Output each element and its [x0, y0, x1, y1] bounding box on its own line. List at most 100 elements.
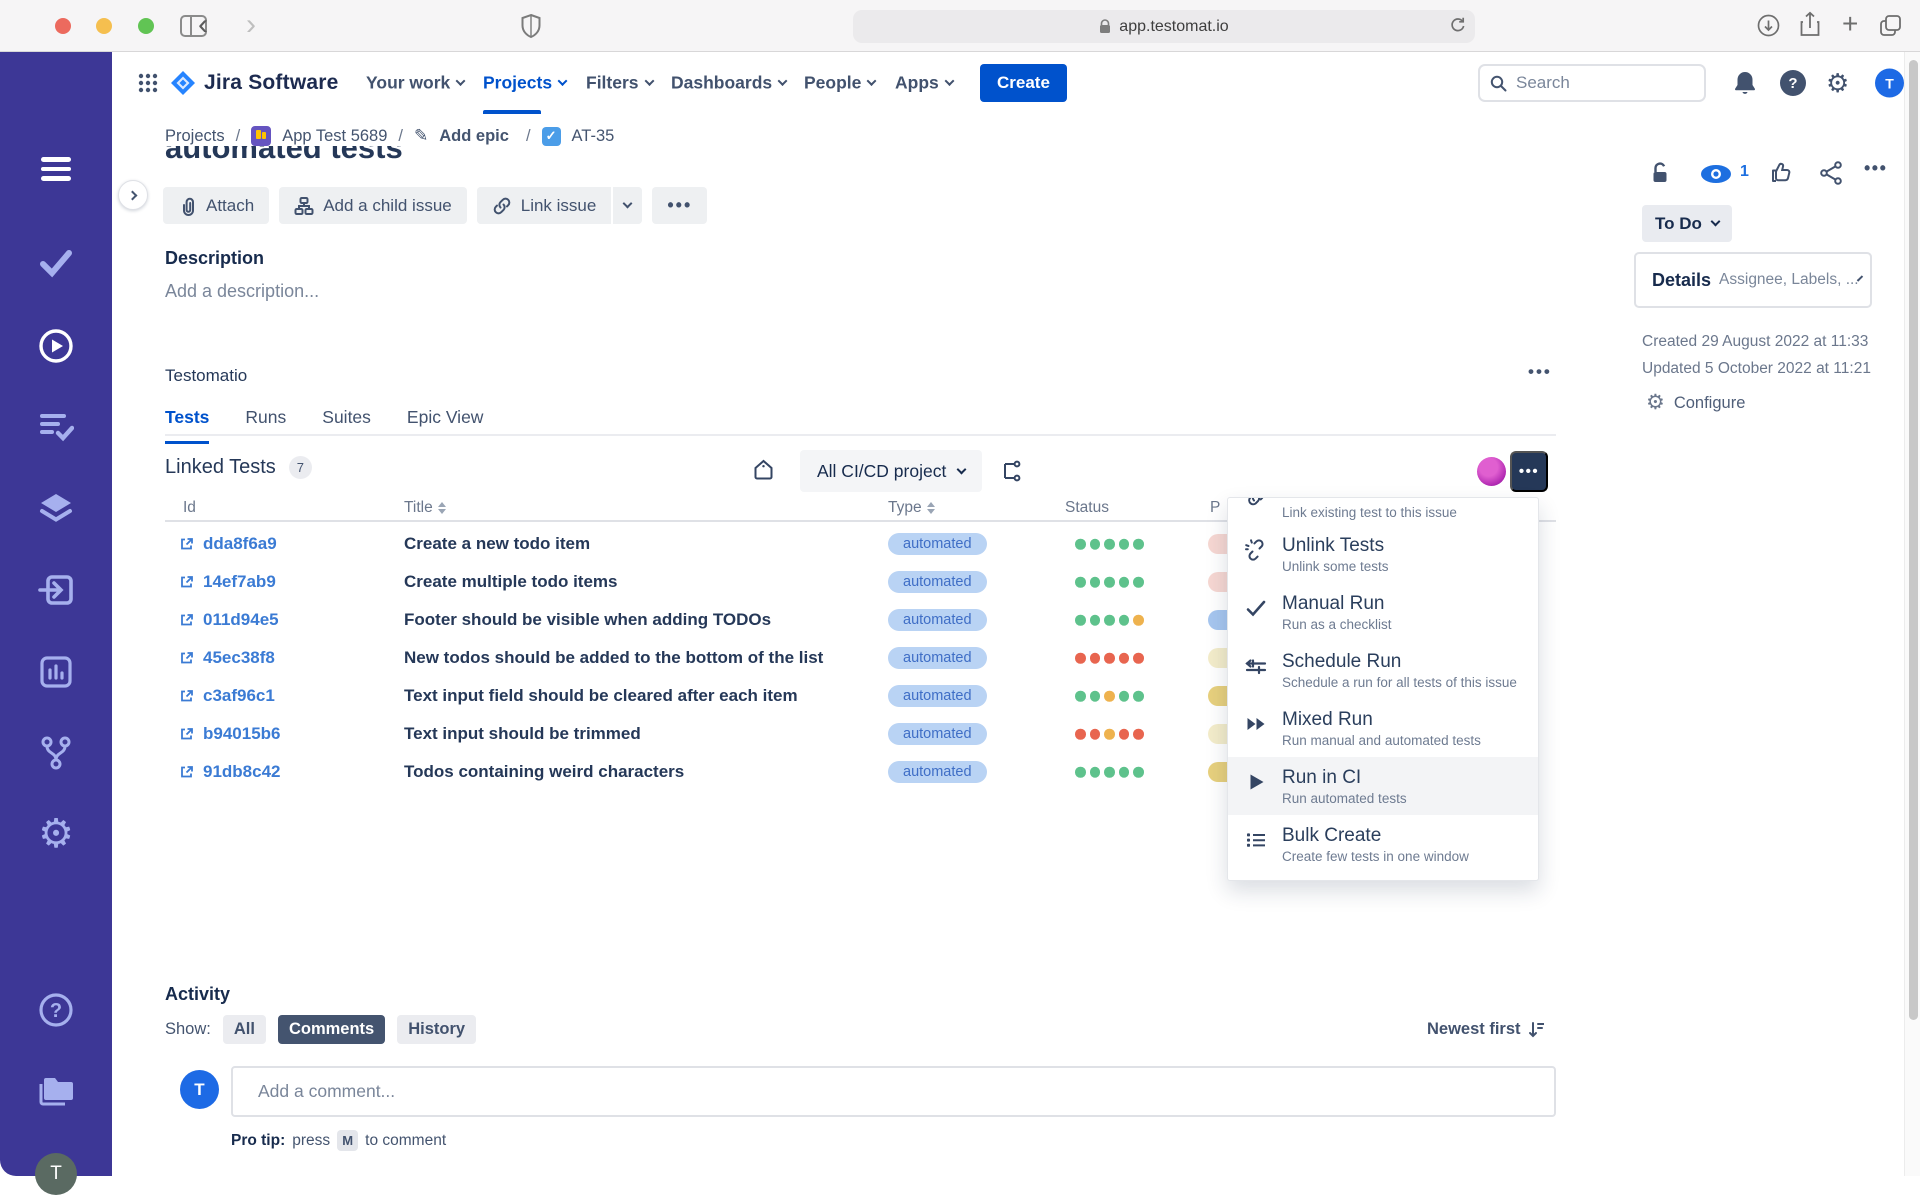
settings-gear-icon[interactable]: ⚙: [38, 814, 74, 854]
comment-input[interactable]: [231, 1066, 1556, 1117]
test-title-link[interactable]: Footer should be visible when adding TOD…: [404, 610, 771, 630]
close-window-button[interactable]: [55, 18, 71, 34]
linked-tests-actions-button[interactable]: •••: [1510, 451, 1548, 492]
col-header-status[interactable]: Status: [1065, 499, 1109, 517]
col-header-type[interactable]: Type: [888, 499, 935, 517]
menu-item-link-tests-partial[interactable]: Link existing test to this issue: [1228, 498, 1538, 525]
link-issue-button[interactable]: Link issue: [476, 187, 612, 224]
test-id-link[interactable]: 011d94e5: [203, 610, 279, 630]
nav-people[interactable]: People: [804, 73, 877, 94]
menu-item-schedule-run[interactable]: Schedule Run Schedule a run for all test…: [1228, 641, 1538, 699]
share-tree-icon[interactable]: [1000, 460, 1022, 482]
test-id-link[interactable]: c3af96c1: [203, 686, 275, 706]
reload-icon[interactable]: [1449, 16, 1467, 34]
scrollbar-thumb[interactable]: [1908, 60, 1918, 1020]
forward-button[interactable]: ›: [246, 6, 256, 44]
watch-count[interactable]: 1: [1740, 163, 1749, 181]
test-id-link[interactable]: 14ef7ab9: [203, 572, 276, 592]
breadcrumb-add-epic[interactable]: Add epic: [439, 127, 509, 146]
analytics-chart-icon[interactable]: [39, 655, 73, 689]
jira-logo-icon[interactable]: [170, 70, 196, 96]
hamburger-menu-icon[interactable]: [41, 152, 71, 186]
nav-dashboards[interactable]: Dashboards: [671, 73, 788, 94]
test-title-link[interactable]: Text input should be trimmed: [404, 724, 641, 744]
attach-button[interactable]: Attach: [163, 187, 270, 224]
minimize-window-button[interactable]: [96, 18, 112, 34]
description-placeholder[interactable]: Add a description...: [165, 281, 319, 302]
breadcrumb-projects[interactable]: Projects: [165, 127, 225, 146]
menu-item-unlink-tests[interactable]: Unlink Tests Unlink some tests: [1228, 525, 1538, 583]
tasks-check-icon[interactable]: [38, 247, 74, 279]
link-issue-dropdown-button[interactable]: [613, 187, 643, 224]
test-title-link[interactable]: Todos containing weird characters: [404, 762, 684, 782]
tab-epic-view[interactable]: Epic View: [407, 407, 484, 444]
sort-newest-first[interactable]: Newest first: [1427, 1020, 1544, 1039]
nav-filters[interactable]: Filters: [586, 73, 654, 94]
share-nodes-icon[interactable]: [1818, 160, 1844, 186]
runs-play-circle-icon[interactable]: [38, 328, 74, 364]
create-button[interactable]: Create: [980, 64, 1067, 102]
panel-more-button[interactable]: •••: [1864, 158, 1887, 179]
menu-item-bulk-create[interactable]: Bulk Create Create few tests in one wind…: [1228, 815, 1538, 873]
help-circle-icon[interactable]: ?: [38, 992, 74, 1028]
unlock-icon[interactable]: [1648, 160, 1672, 186]
breadcrumb-issue-key[interactable]: AT-35: [572, 127, 615, 146]
watch-eye-icon[interactable]: [1700, 164, 1732, 184]
menu-item-mixed-run[interactable]: Mixed Run Run manual and automated tests: [1228, 699, 1538, 757]
projects-folder-icon[interactable]: [37, 1074, 75, 1108]
configure-link[interactable]: ⚙ Configure: [1646, 390, 1745, 416]
vote-thumbs-up-icon[interactable]: [1768, 160, 1794, 186]
member-avatar[interactable]: [1477, 457, 1506, 486]
nav-your-work[interactable]: Your work: [366, 73, 466, 94]
nav-apps[interactable]: Apps: [895, 73, 955, 94]
filter-comments[interactable]: Comments: [277, 1015, 386, 1044]
test-list-check-icon[interactable]: [38, 410, 74, 442]
filter-history[interactable]: History: [397, 1015, 477, 1044]
app-switcher-icon[interactable]: [138, 73, 158, 93]
tab-tests[interactable]: Tests: [165, 407, 210, 444]
testomatio-more-button[interactable]: •••: [1528, 362, 1552, 382]
test-title-link[interactable]: New todos should be added to the bottom …: [404, 648, 823, 668]
downloads-icon[interactable]: [1757, 14, 1780, 37]
col-header-title[interactable]: Title: [404, 499, 446, 517]
test-id-link[interactable]: 91db8c42: [203, 762, 281, 782]
test-title-link[interactable]: Text input field should be cleared after…: [404, 686, 798, 706]
import-icon[interactable]: [38, 573, 74, 607]
search-input[interactable]: [1516, 73, 1676, 93]
details-panel-header[interactable]: Details Assignee, Labels, ...: [1634, 252, 1872, 308]
user-avatar[interactable]: T: [1875, 68, 1904, 98]
jira-logo-text[interactable]: Jira Software: [204, 71, 339, 95]
expand-panel-button[interactable]: [118, 180, 148, 210]
settings-gear-icon[interactable]: ⚙: [1826, 70, 1849, 96]
more-actions-button[interactable]: •••: [652, 187, 708, 224]
branches-icon[interactable]: [39, 735, 73, 771]
tab-overview-icon[interactable]: [1878, 13, 1903, 38]
help-icon[interactable]: ?: [1780, 70, 1806, 96]
test-id-link[interactable]: b94015b6: [203, 724, 281, 744]
tab-runs[interactable]: Runs: [245, 407, 286, 444]
home-icon[interactable]: [752, 458, 775, 481]
back-button[interactable]: ‹: [198, 6, 208, 44]
share-icon[interactable]: [1798, 11, 1822, 39]
privacy-shield-icon[interactable]: [520, 13, 542, 39]
col-header-id[interactable]: Id: [183, 499, 196, 517]
address-bar[interactable]: app.testomat.io: [853, 10, 1475, 43]
notifications-bell-icon[interactable]: [1733, 70, 1757, 96]
menu-item-manual-run[interactable]: Manual Run Run as a checklist: [1228, 583, 1538, 641]
test-title-link[interactable]: Create a new todo item: [404, 534, 590, 554]
suites-layers-icon[interactable]: [38, 492, 74, 526]
test-title-link[interactable]: Create multiple todo items: [404, 572, 617, 592]
test-id-link[interactable]: dda8f6a9: [203, 534, 277, 554]
tab-suites[interactable]: Suites: [322, 407, 371, 444]
test-id-link[interactable]: 45ec38f8: [203, 648, 275, 668]
zoom-window-button[interactable]: [138, 18, 154, 34]
status-dropdown-button[interactable]: To Do: [1642, 205, 1732, 242]
global-search[interactable]: [1478, 64, 1706, 102]
add-child-issue-button[interactable]: Add a child issue: [279, 187, 467, 224]
issue-title[interactable]: automated tests: [165, 146, 885, 166]
filter-all[interactable]: All: [222, 1015, 266, 1044]
nav-projects[interactable]: Projects: [483, 73, 568, 94]
project-filter-dropdown[interactable]: All CI/CD project: [800, 450, 983, 492]
breadcrumb-project[interactable]: App Test 5689: [282, 127, 387, 146]
new-tab-icon[interactable]: +: [1842, 8, 1858, 40]
